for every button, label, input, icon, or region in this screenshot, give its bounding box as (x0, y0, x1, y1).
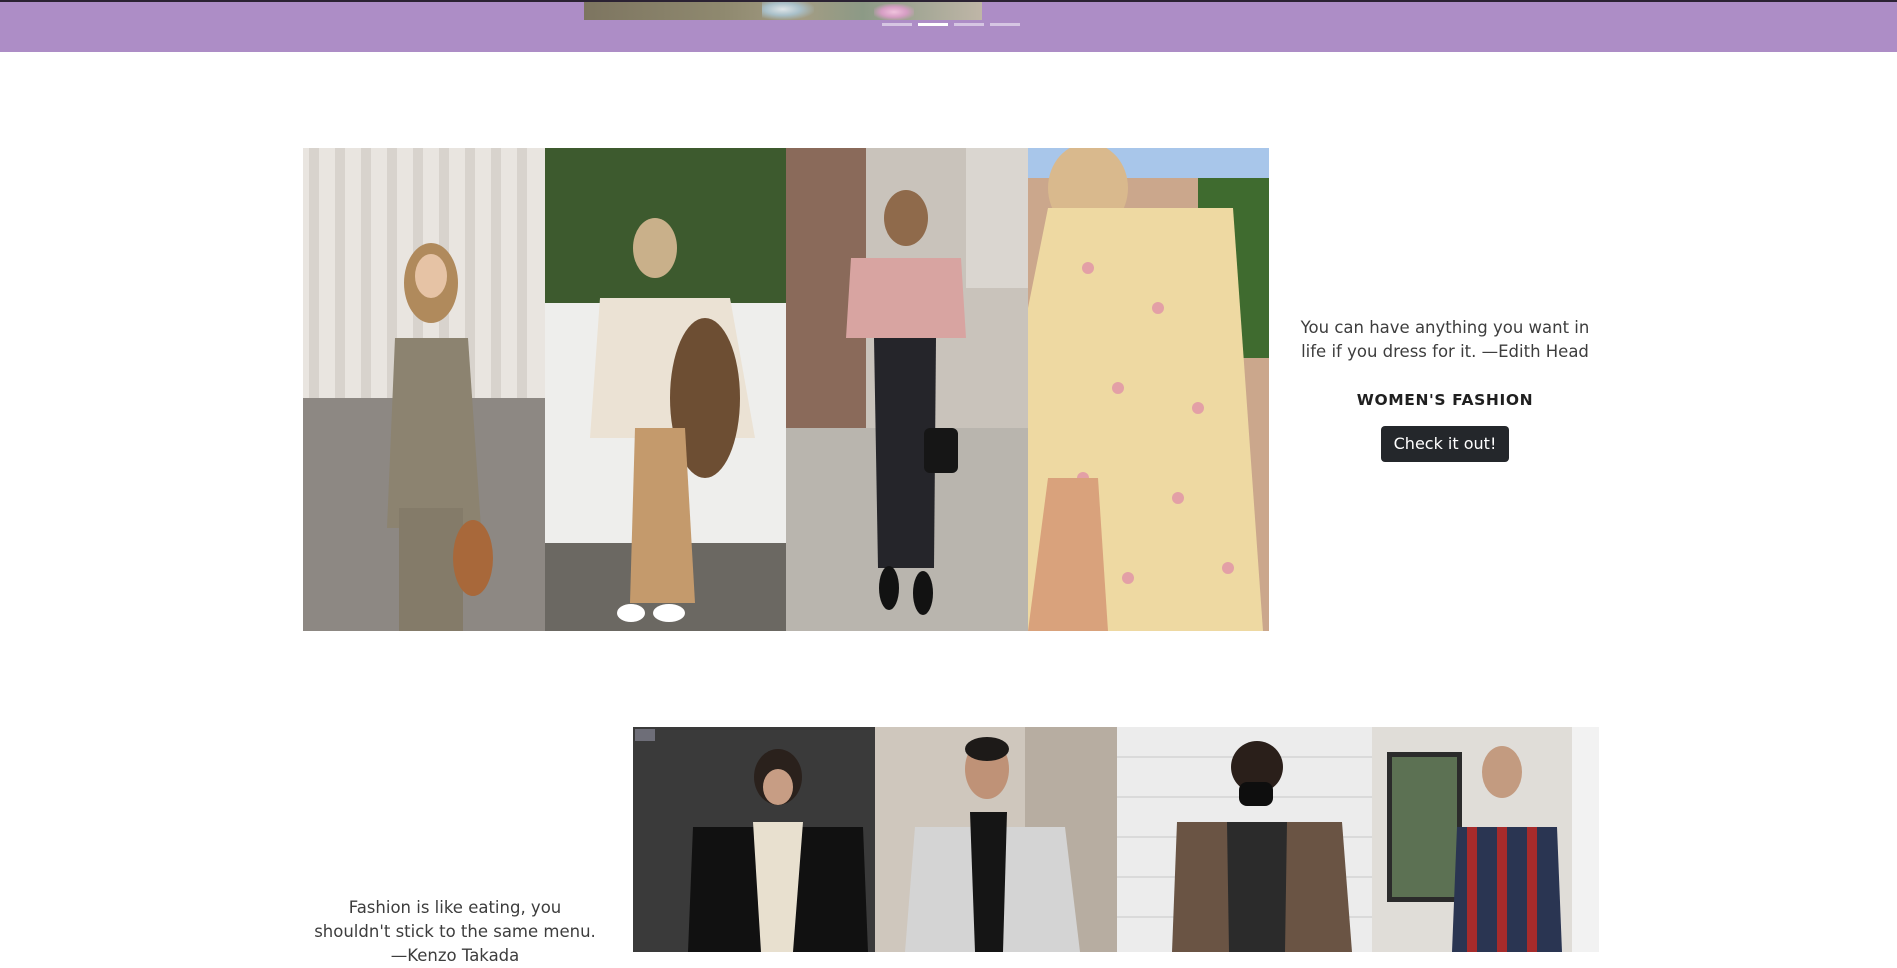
carousel-indicator-3[interactable] (954, 23, 984, 26)
sneaker-detail-pink (874, 4, 914, 20)
carousel-indicator-1[interactable] (882, 23, 912, 26)
flannel-shirt-photo (1117, 727, 1372, 952)
carousel-slide-image (584, 2, 982, 20)
grey-coat-photo (875, 727, 1117, 952)
pink-sweater-photo (786, 148, 1028, 631)
striped-shirt-photo (1372, 727, 1599, 952)
puffer-jacket-photo (633, 727, 875, 952)
mens-fashion-panel: Fashion is like eating, you shouldn't st… (310, 896, 600, 968)
womens-quote: You can have anything you want in life i… (1300, 318, 1590, 361)
womens-fashion-label: WOMEN'S FASHION (1356, 391, 1534, 409)
mens-quote: Fashion is like eating, you shouldn't st… (314, 898, 596, 965)
mens-photo-gallery (633, 727, 1599, 952)
womens-photo-gallery (303, 148, 1269, 631)
carousel-indicator-2[interactable] (918, 23, 948, 26)
womens-check-it-out-button[interactable]: Check it out! (1380, 426, 1510, 462)
plaid-suit-photo (303, 148, 545, 631)
floral-dress-photo (1027, 148, 1269, 631)
carousel-indicator-4[interactable] (990, 23, 1020, 26)
hero-carousel[interactable] (0, 2, 1897, 52)
sneaker-detail (762, 2, 814, 20)
womens-fashion-panel: You can have anything you want in life i… (1300, 316, 1590, 462)
teddy-sweater-photo (544, 148, 786, 631)
carousel-indicators (882, 23, 1020, 26)
